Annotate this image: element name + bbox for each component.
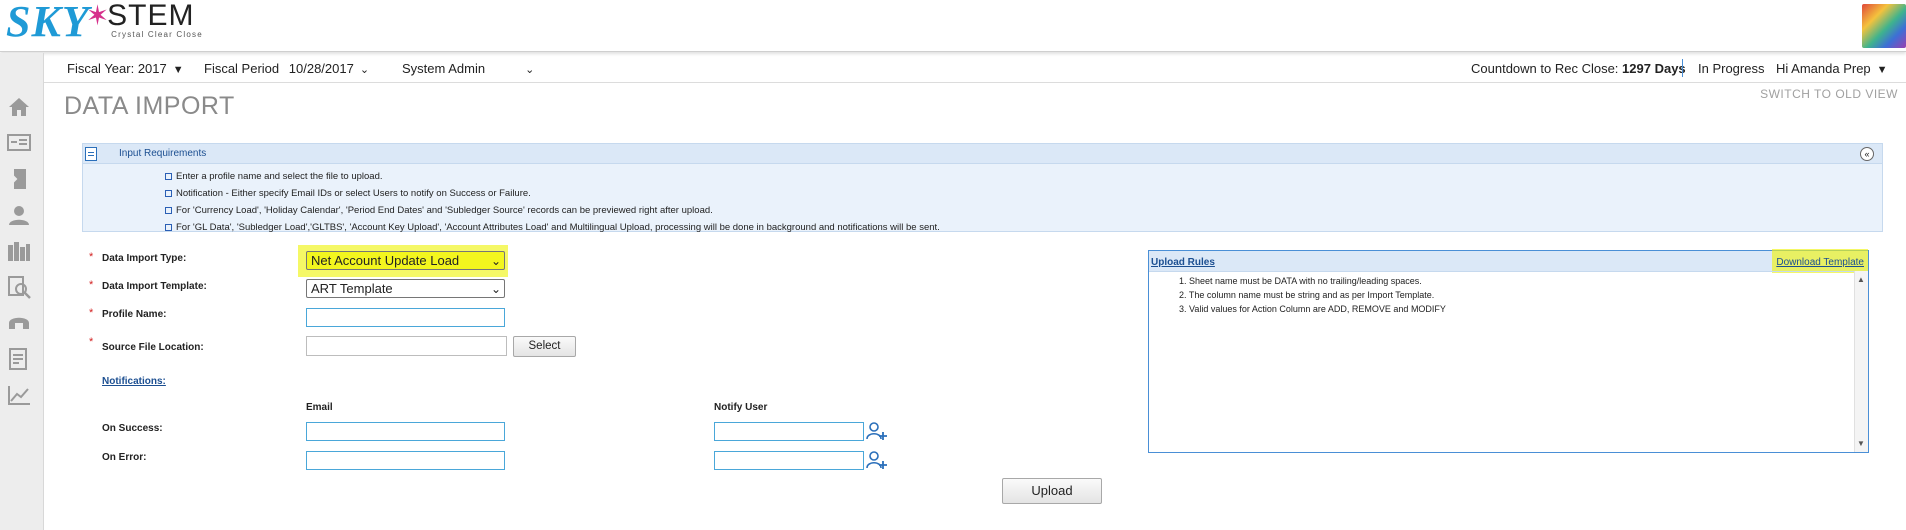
rule-item: 2. The column name must be string and as… [1179, 290, 1435, 300]
home-icon[interactable] [6, 95, 32, 119]
role-dropdown[interactable]: System Admin ⌄ [402, 61, 534, 76]
upload-rules-panel: Upload Rules Download Template 1. Sheet … [1148, 249, 1869, 453]
requirement-item: For 'Currency Load', 'Holiday Calendar',… [165, 202, 940, 219]
page-title: DATA IMPORT [64, 92, 235, 120]
chevron-down-icon: ▼ [172, 64, 184, 76]
bullet-icon [165, 206, 172, 214]
skystem-logo[interactable]: SKY ✶ STEM Crystal Clear Close [6, 0, 203, 48]
required-marker: * [89, 279, 94, 291]
chevron-down-icon: ⌄ [359, 64, 370, 76]
user-greeting: Hi Amanda Prep [1776, 61, 1871, 76]
input-requirements-title: Input Requirements [119, 148, 207, 159]
collapse-button[interactable]: « [1860, 147, 1874, 161]
on-success-user-input[interactable] [714, 422, 864, 441]
logo-star-icon: ✶ [85, 0, 110, 31]
rules-scrollbar[interactable]: ▲ ▼ [1854, 271, 1868, 452]
bullet-icon [165, 172, 172, 180]
logo-tagline: Crystal Clear Close [111, 30, 203, 39]
library-icon[interactable] [6, 239, 32, 263]
upload-rules-title: Upload Rules [1151, 257, 1215, 268]
scroll-down-icon[interactable]: ▼ [1857, 439, 1865, 448]
on-success-label: On Success: [102, 423, 163, 434]
requirement-item: For 'GL Data', 'Subledger Load','GLTBS',… [165, 219, 940, 236]
on-error-email-input[interactable] [306, 451, 505, 470]
countdown: Countdown to Rec Close: 1297 Days [1471, 61, 1686, 76]
input-requirements-header[interactable]: Input Requirements « [83, 144, 1882, 164]
user-avatar[interactable] [1862, 4, 1906, 48]
fiscal-year-dropdown[interactable]: Fiscal Year: 2017 ▼ [67, 61, 184, 76]
source-file-input[interactable] [306, 336, 507, 356]
email-column-header: Email [306, 402, 333, 413]
fiscal-period-label: Fiscal Period [204, 61, 280, 76]
rule-item: 3. Valid values for Action Column are AD… [1179, 304, 1446, 314]
requirement-item: Enter a profile name and select the file… [165, 168, 940, 185]
checklist-icon[interactable] [6, 347, 32, 371]
upload-button[interactable]: Upload [1002, 478, 1102, 504]
source-file-location-label: Source File Location: [102, 342, 204, 353]
data-import-template-label: Data Import Template: [102, 281, 207, 292]
bullet-icon [165, 189, 172, 197]
add-user-icon[interactable] [866, 421, 888, 441]
switch-to-old-view-link[interactable]: SWITCH TO OLD VIEW [1760, 87, 1898, 101]
rule-item: 1. Sheet name must be DATA with no trail… [1179, 276, 1422, 286]
notify-user-column-header: Notify User [714, 402, 768, 413]
logo-sky-text: SKY [6, 0, 90, 46]
data-import-type-select[interactable]: Net Account Update Load ⌄ [306, 251, 505, 270]
profile-name-input[interactable] [306, 308, 505, 327]
user-menu[interactable]: Hi Amanda Prep ▼ [1776, 61, 1888, 76]
add-user-icon[interactable] [866, 450, 888, 470]
chevron-down-icon: ⌄ [490, 282, 501, 296]
bullet-icon [165, 223, 172, 231]
chart-icon[interactable] [6, 383, 32, 407]
on-error-label: On Error: [102, 452, 147, 463]
on-error-user-input[interactable] [714, 451, 864, 470]
upload-rules-header: Upload Rules Download Template [1149, 249, 1868, 273]
logo-stem-text: STEM [107, 0, 195, 32]
chevron-down-icon: ⌄ [490, 254, 501, 268]
chevron-down-icon: ⌄ [525, 64, 535, 76]
on-success-email-input[interactable] [306, 422, 505, 441]
search-report-icon[interactable] [6, 275, 32, 299]
filter-bar: Fiscal Year: 2017 ▼ Fiscal Period 10/28/2… [44, 53, 1906, 83]
import-icon[interactable] [6, 167, 32, 191]
support-icon[interactable] [6, 311, 32, 335]
notifications-link[interactable]: Notifications: [102, 376, 166, 387]
status-text: In Progress [1698, 61, 1765, 76]
requirement-item: Notification - Either specify Email IDs … [165, 185, 940, 202]
input-requirements-panel: Input Requirements « Enter a profile nam… [82, 143, 1883, 233]
caret-down-icon: ▼ [1876, 64, 1888, 76]
required-marker: * [89, 251, 94, 263]
countdown-label: Countdown to Rec Close: [1471, 61, 1619, 76]
requirements-list: Enter a profile name and select the file… [165, 168, 940, 236]
user-icon[interactable] [6, 203, 32, 227]
upload-rules-body: 1. Sheet name must be DATA with no trail… [1149, 271, 1854, 452]
select-file-button[interactable]: Select [513, 336, 576, 357]
document-icon [85, 147, 97, 161]
download-template-link[interactable]: Download Template [1776, 257, 1864, 268]
dashboard-icon[interactable] [6, 131, 32, 155]
data-import-template-value: ART Template [311, 281, 393, 296]
required-marker: * [89, 336, 94, 348]
role-value: System Admin [402, 61, 486, 76]
data-import-type-value: Net Account Update Load [311, 253, 460, 268]
required-marker: * [89, 307, 94, 319]
fiscal-year-label: Fiscal Year: 2017 [67, 61, 167, 76]
profile-name-label: Profile Name: [102, 309, 167, 320]
fiscal-period-value: 10/28/2017 [288, 61, 354, 76]
left-sidebar [0, 53, 44, 530]
fiscal-period-dropdown[interactable]: Fiscal Period 10/28/2017 ⌄ [204, 61, 369, 76]
countdown-value: 1297 Days [1622, 61, 1686, 76]
data-import-type-label: Data Import Type: [102, 253, 187, 264]
scroll-up-icon[interactable]: ▲ [1857, 275, 1865, 284]
top-bar: SKY ✶ STEM Crystal Clear Close [0, 0, 1906, 52]
separator [1682, 59, 1683, 77]
data-import-template-select[interactable]: ART Template ⌄ [306, 279, 505, 298]
